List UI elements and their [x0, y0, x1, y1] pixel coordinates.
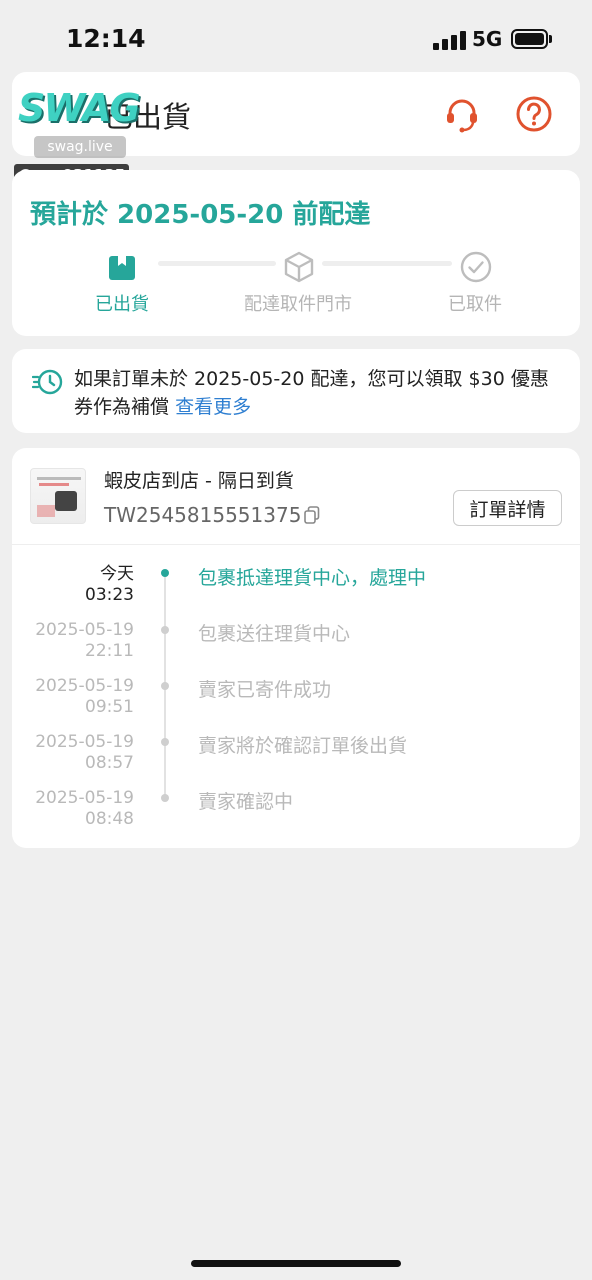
timeline-dot — [161, 738, 169, 746]
timeline-date: 今天 — [100, 564, 134, 584]
timeline-timestamp: 2025-05-19 08:48 — [12, 788, 134, 830]
compensation-message: 如果訂單未於 2025-05-20 配達，您可以領取 $30 優惠券作為補償 — [74, 368, 549, 418]
timeline-timestamp: 今天 03:23 — [12, 564, 134, 606]
home-indicator[interactable] — [191, 1260, 401, 1267]
compensation-card: 如果訂單未於 2025-05-20 配達，您可以領取 $30 優惠券作為補償 查… — [12, 349, 580, 433]
timeline-time: 08:48 — [85, 809, 134, 829]
timeline-timestamp: 2025-05-19 08:57 — [12, 732, 134, 774]
timeline-dot — [161, 794, 169, 802]
customer-support-icon[interactable] — [442, 94, 482, 134]
order-details-button[interactable]: 訂單詳情 — [453, 490, 562, 526]
timeline-dot — [161, 682, 169, 690]
timeline-date: 2025-05-19 — [35, 788, 134, 808]
timeline-timestamp: 2025-05-19 22:11 — [12, 620, 134, 662]
compensation-text: 如果訂單未於 2025-05-20 配達，您可以領取 $30 優惠券作為補償 查… — [74, 365, 564, 421]
step-label-arrived-store: 配達取件門市 — [244, 294, 352, 315]
timeline-event: 賣家將於確認訂單後出貨 — [198, 735, 408, 757]
timeline-date: 2025-05-19 — [35, 620, 134, 640]
status-bar: 12:14 5G — [0, 0, 592, 76]
help-icon[interactable] — [514, 94, 554, 134]
logo-site: swag.live — [34, 136, 126, 158]
timeline-time: 03:23 — [85, 585, 134, 605]
timeline-event: 包裹抵達理貨中心，處理中 — [198, 567, 427, 589]
step-label-picked-up: 已取件 — [448, 294, 502, 315]
logo-brand: SWAG — [18, 86, 141, 130]
step-label-shipped: 已出貨 — [95, 294, 149, 315]
timeline-date: 2025-05-19 — [35, 732, 134, 752]
timeline-time: 22:11 — [85, 641, 134, 661]
battery-icon — [511, 29, 548, 49]
divider — [12, 544, 580, 545]
timeline-date: 2025-05-19 — [35, 676, 134, 696]
swag-logo: SWAG swag.live — [14, 86, 141, 160]
timeline-event: 賣家已寄件成功 — [198, 679, 332, 701]
product-thumbnail[interactable] — [30, 468, 86, 524]
order-card: 蝦皮店到店 - 隔日到貨 TW2545815551375 訂單詳情 今天 03:… — [12, 448, 580, 848]
timeline-time: 08:57 — [85, 753, 134, 773]
copy-icon[interactable] — [304, 506, 320, 524]
eta-text: 預計於 2025-05-20 前配達 — [30, 200, 371, 230]
timeline-event: 包裹送往理貨中心 — [198, 623, 351, 645]
timeline-dot-active — [161, 569, 169, 577]
battery-tip — [549, 35, 552, 43]
package-icon — [284, 251, 314, 283]
check-circle-icon — [460, 251, 492, 283]
delivery-status-card[interactable]: 預計於 2025-05-20 前配達 已出貨 配達取件門市 已取件 — [12, 170, 580, 336]
box-icon — [109, 256, 135, 280]
network-label: 5G — [472, 27, 503, 51]
shipping-method: 蝦皮店到店 - 隔日到貨 — [104, 470, 294, 492]
timeline-dot — [161, 626, 169, 634]
timeline-timestamp: 2025-05-19 09:51 — [12, 676, 134, 718]
timeline-time: 09:51 — [85, 697, 134, 717]
signal-icon — [433, 30, 466, 50]
status-time: 12:14 — [66, 24, 146, 53]
progress-track-2 — [322, 261, 452, 266]
timeline-event: 賣家確認中 — [198, 791, 294, 813]
see-more-link[interactable]: 查看更多 — [175, 396, 251, 418]
tracking-number: TW2545815551375 — [104, 503, 302, 527]
progress-track-1 — [158, 261, 276, 266]
fast-clock-icon — [32, 369, 63, 395]
